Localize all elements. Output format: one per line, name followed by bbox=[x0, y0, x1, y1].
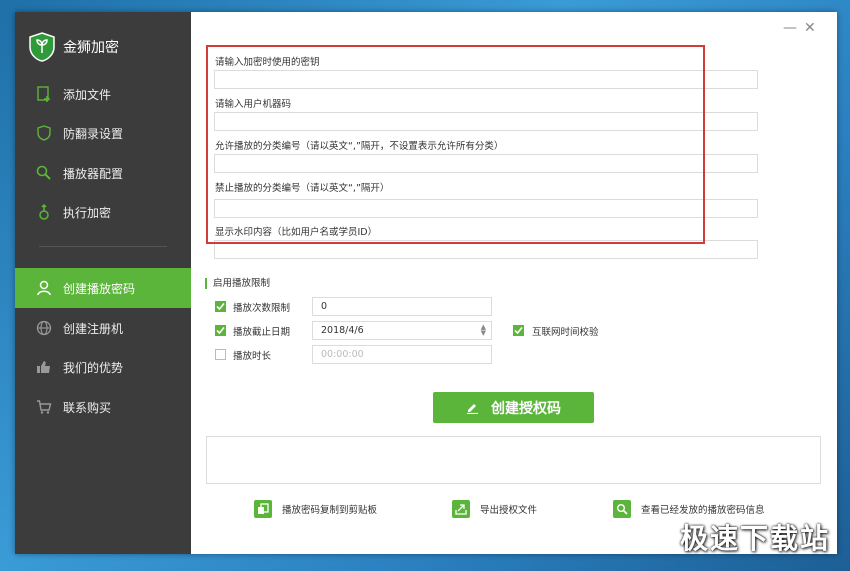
sidebar-item-player-config[interactable]: 播放器配置 bbox=[15, 153, 191, 193]
field-label-allowed-categories: 允许播放的分类编号（请以英文“,”隔开，不设置表示允许所有分类） bbox=[215, 141, 504, 152]
copy-icon bbox=[254, 500, 272, 518]
internet-time-check-label: 互联网时间校验 bbox=[532, 327, 599, 338]
view-issued-passwords-button[interactable]: 查看已经发放的播放密码信息 bbox=[613, 500, 765, 518]
end-date-picker[interactable]: 2018/4/6 ▲ ▼ bbox=[312, 321, 492, 340]
create-auth-code-button[interactable]: 创建授权码 bbox=[433, 392, 594, 423]
date-spinner-icon[interactable]: ▲ ▼ bbox=[481, 324, 486, 337]
app-window: 金狮加密 添加文件 防翻录设置 播放器配置 执行加密 创建播放密码 创建注册机 … bbox=[15, 12, 837, 554]
sidebar-item-label: 添加文件 bbox=[63, 87, 112, 102]
sidebar-item-run-encrypt[interactable]: 执行加密 bbox=[15, 192, 191, 232]
add-file-icon bbox=[35, 85, 53, 103]
sidebar-item-create-keygen[interactable]: 创建注册机 bbox=[15, 308, 191, 348]
end-date-checkbox[interactable] bbox=[215, 325, 226, 336]
app-logo: 金狮加密 bbox=[29, 32, 119, 62]
export-auth-file-label: 导出授权文件 bbox=[480, 505, 538, 516]
create-auth-code-label: 创建授权码 bbox=[491, 400, 561, 417]
view-issued-passwords-label: 查看已经发放的播放密码信息 bbox=[641, 505, 765, 516]
sidebar-item-label: 执行加密 bbox=[63, 205, 112, 220]
duration-input[interactable]: 00:00:00 bbox=[312, 345, 492, 364]
sidebar-item-label: 创建注册机 bbox=[63, 321, 124, 336]
sidebar-item-create-play-password[interactable]: 创建播放密码 bbox=[15, 268, 191, 308]
shield-logo-icon bbox=[29, 32, 55, 62]
duration-label: 播放时长 bbox=[233, 351, 272, 362]
machine-code-input[interactable] bbox=[214, 112, 758, 131]
export-auth-file-button[interactable]: 导出授权文件 bbox=[452, 500, 537, 518]
cart-icon bbox=[35, 398, 53, 416]
play-count-checkbox[interactable] bbox=[215, 301, 226, 312]
shield-icon bbox=[35, 124, 53, 142]
sidebar-item-label: 我们的优势 bbox=[63, 360, 124, 375]
user-icon bbox=[35, 279, 53, 297]
field-label-forbidden-categories: 禁止播放的分类编号（请以英文“,”隔开） bbox=[215, 183, 390, 194]
export-icon bbox=[452, 500, 470, 518]
forbidden-categories-input[interactable] bbox=[214, 199, 758, 218]
minimize-button[interactable]: — bbox=[783, 20, 797, 36]
watermark-input[interactable] bbox=[214, 240, 758, 259]
app-title: 金狮加密 bbox=[63, 40, 119, 56]
run-icon bbox=[35, 203, 53, 221]
end-date-label: 播放截止日期 bbox=[233, 327, 291, 338]
play-count-label: 播放次数限制 bbox=[233, 303, 291, 314]
sidebar: 金狮加密 添加文件 防翻录设置 播放器配置 执行加密 创建播放密码 创建注册机 … bbox=[15, 12, 191, 554]
sidebar-item-label: 防翻录设置 bbox=[63, 126, 124, 141]
internet-time-check-checkbox[interactable] bbox=[513, 325, 524, 336]
allowed-categories-input[interactable] bbox=[214, 154, 758, 173]
copy-to-clipboard-button[interactable]: 播放密码复制到剪贴板 bbox=[254, 500, 377, 518]
search-icon bbox=[35, 164, 53, 182]
sidebar-item-advantages[interactable]: 我们的优势 bbox=[15, 347, 191, 387]
sidebar-item-add-file[interactable]: 添加文件 bbox=[15, 74, 191, 114]
sidebar-item-anti-record[interactable]: 防翻录设置 bbox=[15, 113, 191, 153]
globe-icon bbox=[35, 319, 53, 337]
field-label-machine-code: 请输入用户机器码 bbox=[215, 99, 292, 110]
section-title-play-limits: 启用播放限制 bbox=[205, 278, 270, 289]
thumbs-up-icon bbox=[35, 358, 53, 376]
sidebar-divider bbox=[39, 246, 167, 247]
close-button[interactable]: ✕ bbox=[804, 20, 816, 36]
end-date-value: 2018/4/6 bbox=[321, 325, 364, 336]
key-input[interactable] bbox=[214, 70, 758, 89]
field-label-key: 请输入加密时使用的密钥 bbox=[215, 57, 320, 68]
duration-placeholder: 00:00:00 bbox=[321, 349, 364, 360]
sidebar-item-label: 创建播放密码 bbox=[63, 281, 136, 296]
sidebar-item-contact-purchase[interactable]: 联系购买 bbox=[15, 387, 191, 427]
play-count-value: 0 bbox=[321, 301, 328, 312]
play-count-input[interactable]: 0 bbox=[312, 297, 492, 316]
sidebar-item-label: 联系购买 bbox=[63, 400, 112, 415]
site-watermark: 极速下载站 bbox=[679, 522, 830, 555]
result-output-box[interactable] bbox=[206, 436, 821, 484]
sidebar-item-label: 播放器配置 bbox=[63, 166, 124, 181]
search-icon bbox=[613, 500, 631, 518]
copy-to-clipboard-label: 播放密码复制到剪贴板 bbox=[282, 505, 378, 516]
duration-checkbox[interactable] bbox=[215, 349, 226, 360]
field-label-watermark: 显示水印内容（比如用户名或学员ID） bbox=[215, 227, 378, 238]
edit-icon bbox=[466, 401, 479, 414]
